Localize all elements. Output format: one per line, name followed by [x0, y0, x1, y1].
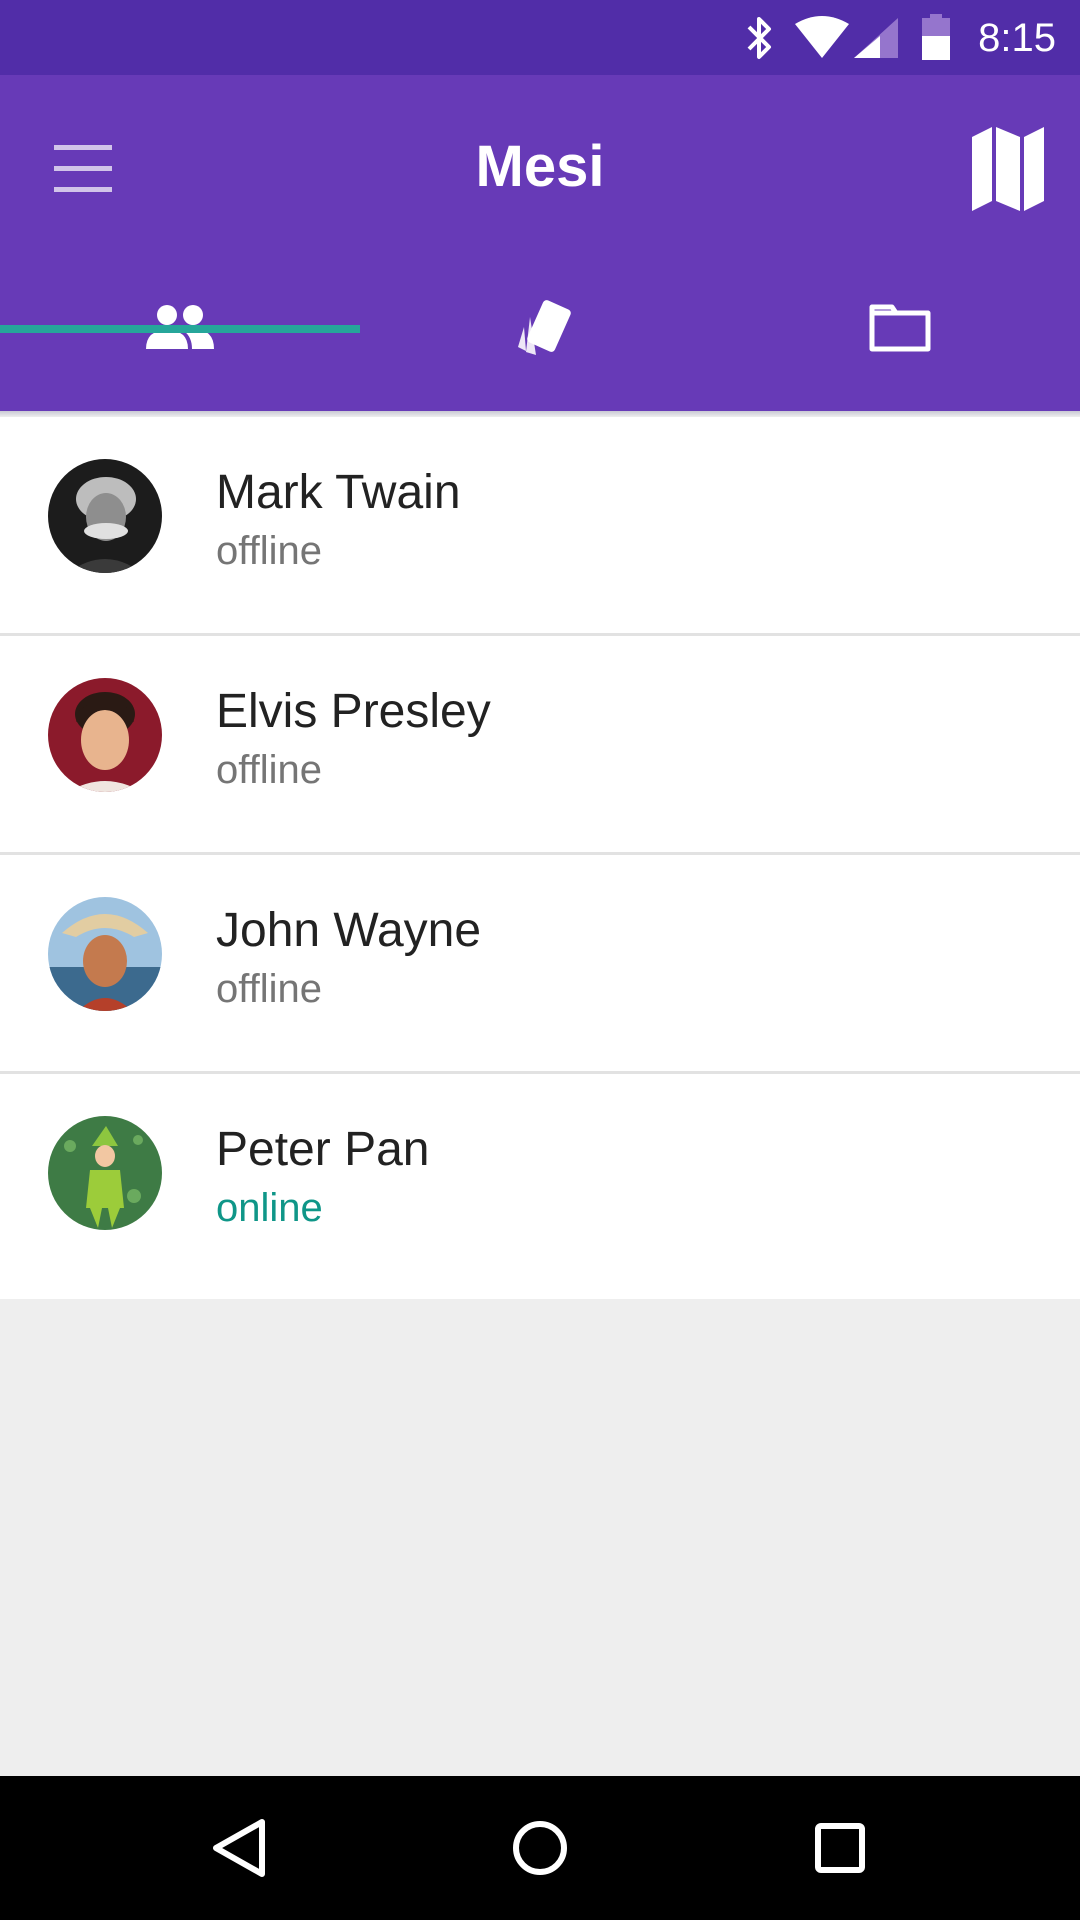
avatar: [48, 678, 162, 792]
contact-status: offline: [216, 967, 323, 1011]
tab-cards[interactable]: [360, 243, 720, 411]
tab-folder[interactable]: [720, 243, 1080, 411]
contact-name: John Wayne: [216, 904, 482, 957]
tab-indicator: [0, 325, 360, 333]
list-item[interactable]: John Wayne offline: [0, 855, 1080, 1074]
app-title: Mesi: [475, 134, 605, 199]
cards-icon: [518, 300, 571, 355]
contact-status: offline: [216, 529, 323, 573]
battery-icon: [922, 14, 950, 60]
wifi-icon: [795, 16, 849, 58]
contact-status: online: [216, 1186, 323, 1230]
contact-name: Mark Twain: [216, 466, 461, 519]
avatar: [48, 897, 162, 1011]
bluetooth-icon: [747, 17, 771, 59]
list-item[interactable]: Peter Pan online: [0, 1074, 1080, 1299]
app-bar: Mesi: [0, 75, 1080, 411]
avatar: [48, 1116, 162, 1230]
cellular-icon: [854, 18, 898, 58]
contact-list: Mark Twain offline Elvis Presley offline…: [0, 417, 1080, 1299]
avatar: [48, 459, 162, 573]
contact-name: Elvis Presley: [216, 685, 491, 738]
contact-name: Peter Pan: [216, 1123, 430, 1176]
contact-status: offline: [216, 748, 323, 792]
list-item[interactable]: Mark Twain offline: [0, 417, 1080, 636]
recents-icon[interactable]: [792, 1800, 888, 1896]
list-item[interactable]: Elvis Presley offline: [0, 636, 1080, 855]
status-bar: 8:15: [0, 0, 1080, 75]
back-icon[interactable]: [192, 1800, 288, 1896]
map-icon[interactable]: [960, 119, 1056, 215]
system-nav-bar: [0, 1776, 1080, 1920]
folder-icon: [869, 304, 931, 352]
home-icon[interactable]: [492, 1800, 588, 1896]
status-time: 8:15: [978, 16, 1056, 60]
